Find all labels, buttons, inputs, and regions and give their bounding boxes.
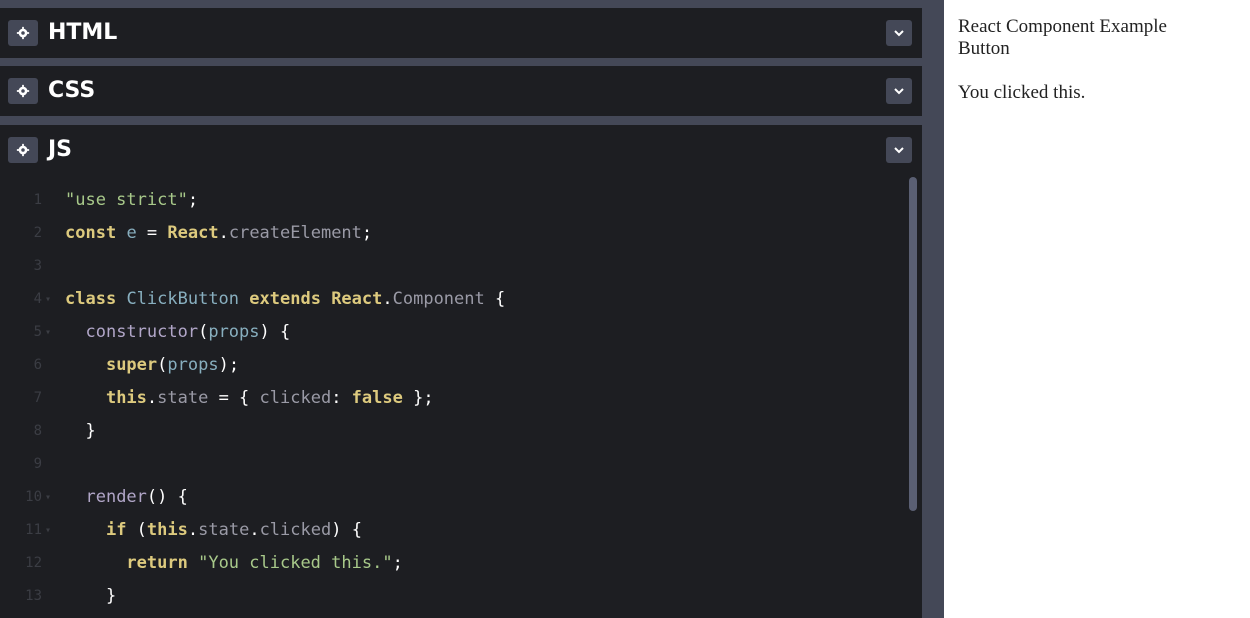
code-text: render() { <box>85 487 188 507</box>
code-text: super(props); <box>105 355 240 375</box>
gear-icon <box>16 84 30 98</box>
code-text: constructor(props) { <box>85 322 291 342</box>
line-number: 10 <box>25 489 42 505</box>
line-number: 12 <box>25 555 42 571</box>
preview-message: You clicked this. <box>958 82 1086 103</box>
html-settings-button[interactable] <box>8 20 38 46</box>
line-number: 13 <box>25 588 42 604</box>
line-number: 8 <box>33 423 42 439</box>
result-preview: React Component Example Button You click… <box>944 0 1250 618</box>
line-number: 1 <box>33 192 42 208</box>
chevron-down-icon <box>894 30 904 37</box>
code-text: class ClickButton extends React.Componen… <box>65 289 506 309</box>
code-line[interactable]: 11 ▾ if (this.state.clicked) { <box>0 514 900 547</box>
html-panel-header[interactable]: HTML <box>0 8 922 58</box>
code-line[interactable]: 9 <box>0 448 900 481</box>
line-number: 9 <box>33 456 42 472</box>
css-panel-header[interactable]: CSS <box>0 66 922 116</box>
css-panel-title: CSS <box>48 78 96 103</box>
css-collapse-button[interactable] <box>886 78 912 104</box>
code-line[interactable]: 12 return "You clicked this."; <box>0 547 900 580</box>
line-number: 2 <box>33 225 42 241</box>
code-line[interactable]: 3 <box>0 250 900 283</box>
gear-icon <box>16 143 30 157</box>
line-number: 11 <box>25 522 42 538</box>
line-number: 3 <box>33 258 42 274</box>
code-line[interactable]: 2 const e = React.createElement; <box>0 217 900 250</box>
chevron-down-icon <box>894 147 904 154</box>
code-line[interactable]: 13 } <box>0 580 900 613</box>
fold-arrow-icon[interactable]: ▾ <box>45 283 51 316</box>
code-text: "use strict"; <box>65 190 199 210</box>
line-number: 4 <box>33 291 42 307</box>
line-number: 5 <box>33 324 42 340</box>
js-collapse-button[interactable] <box>886 137 912 163</box>
editor-scrollbar[interactable] <box>909 177 917 511</box>
code-line[interactable]: 8 } <box>0 415 900 448</box>
js-panel-title: JS <box>48 137 73 162</box>
code-text: } <box>65 586 117 606</box>
line-number: 6 <box>33 357 42 373</box>
code-line[interactable]: 7 this.state = { clicked: false }; <box>0 382 900 415</box>
preview-heading: React Component Example <box>958 16 1167 37</box>
code-line[interactable]: 10 ▾ render() { <box>0 481 900 514</box>
html-panel-title: HTML <box>48 20 118 45</box>
js-panel-header[interactable]: JS <box>0 125 922 177</box>
css-settings-button[interactable] <box>8 78 38 104</box>
gear-icon <box>16 26 30 40</box>
chevron-down-icon <box>894 88 904 95</box>
code-line[interactable]: 4 ▾ class ClickButton extends React.Compon… <box>0 283 900 316</box>
fold-arrow-icon[interactable]: ▾ <box>45 316 51 349</box>
html-collapse-button[interactable] <box>886 20 912 46</box>
code-text: const e = React.createElement; <box>65 223 373 243</box>
js-code-editor[interactable]: 1 "use strict"; 2 const e = React.createEle… <box>0 177 922 618</box>
code-line[interactable]: 1 "use strict"; <box>0 184 900 217</box>
code-text: return "You clicked this."; <box>126 553 403 573</box>
js-settings-button[interactable] <box>8 137 38 163</box>
editor-column: HTML CSS JS 1 "use strict"; 2 const e = Rea… <box>0 0 944 618</box>
code-text: this.state = { clicked: false }; <box>105 388 434 408</box>
code-text: } <box>65 421 96 441</box>
code-line[interactable]: 6 super(props); <box>0 349 900 382</box>
code-text: if (this.state.clicked) { <box>105 520 362 540</box>
line-number: 7 <box>33 390 42 406</box>
code-line[interactable]: 5 ▾ constructor(props) { <box>0 316 900 349</box>
fold-arrow-icon[interactable]: ▾ <box>45 481 51 514</box>
preview-button-label: Button <box>958 38 1010 59</box>
fold-arrow-icon[interactable]: ▾ <box>45 514 51 547</box>
